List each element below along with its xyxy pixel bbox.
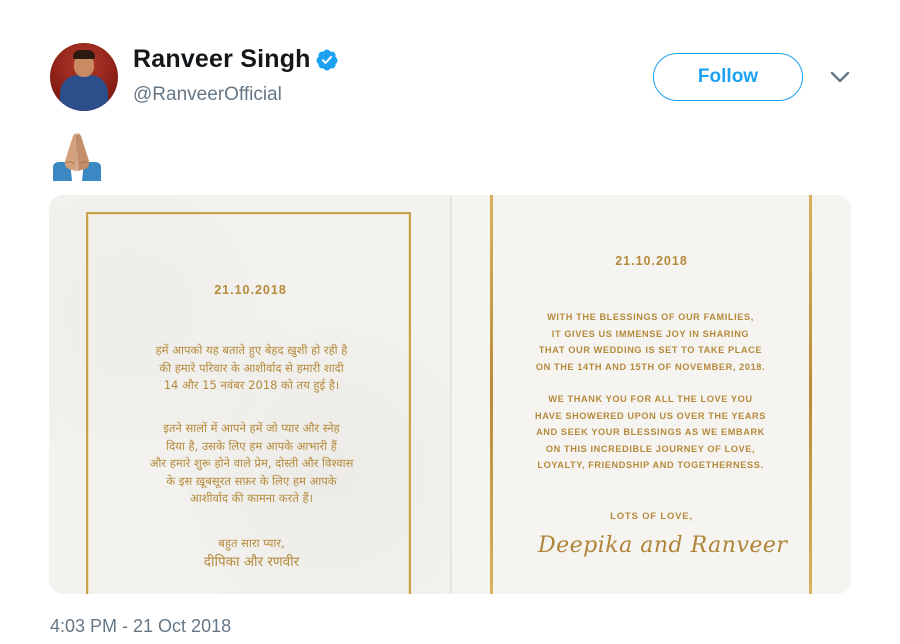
hindi-closing: बहुत सारा प्यार, दीपिका और रणवीर — [89, 534, 414, 572]
invitation-card-hindi: 21.10.2018 हमें आपको यह बताते हुए बेहद ख… — [49, 195, 452, 594]
text-line: AND SEEK YOUR BLESSINGS AS WE EMBARK — [536, 427, 765, 438]
text-line: IT GIVES US IMMENSE JOY IN SHARING — [551, 328, 750, 339]
chevron-down-icon[interactable] — [828, 68, 852, 86]
closing-line: बहुत सारा प्यार, — [218, 536, 285, 550]
text-line: के इस ख़ूबसूरत सफ़र के लिए हम आपके — [166, 473, 337, 488]
text-line: WITH THE BLESSINGS OF OUR FAMILIES, — [547, 312, 754, 322]
media-image[interactable]: 21.10.2018 हमें आपको यह बताते हुए बेहद ख… — [49, 195, 851, 594]
avatar-shirt — [60, 75, 108, 111]
avatar-hair — [73, 50, 95, 59]
text-line: की हमारे परिवार के आशीर्वाद से हमारी शाद… — [159, 360, 344, 375]
text-line: LOYALTY, FRIENDSHIP AND TOGETHERNESS. — [537, 460, 764, 471]
text-line: 14 और 15 नवंबर 2018 को तय हुई है। — [163, 378, 340, 392]
text-line: दिया है, उसके लिए हम आपके आभारी हैं — [166, 438, 337, 453]
text-line: हमें आपको यह बताते हुए बेहद ख़ुशी हो रही… — [155, 343, 348, 357]
script-signature: Deepika and Ranveer — [538, 533, 788, 558]
hindi-paragraph-1: हमें आपको यह बताते हुए बेहद ख़ुशी हो रही… — [89, 342, 414, 395]
english-closing: LOTS OF LOVE, — [610, 511, 693, 522]
text-line: और हमारे शुरू होने वाले प्रेम, दोस्ती और… — [149, 456, 354, 470]
text-line: WE THANK YOU FOR ALL THE LOVE YOU — [548, 394, 753, 404]
text-line: ON THIS INCREDIBLE JOURNEY OF LOVE, — [545, 443, 756, 454]
invitation-date: 21.10.2018 — [214, 283, 287, 297]
author-name[interactable]: Ranveer Singh — [133, 45, 311, 74]
signature-line: दीपिका और रणवीर — [203, 554, 300, 570]
avatar[interactable] — [50, 43, 118, 111]
invitation-card-english: 21.10.2018 WITH THE BLESSINGS OF OUR FAM… — [452, 195, 851, 594]
folded-hands-icon — [53, 133, 101, 181]
text-line: ON THE 14TH AND 15TH OF NOVEMBER, 2018. — [535, 361, 766, 372]
invitation-date: 21.10.2018 — [615, 254, 688, 268]
tweet-timestamp[interactable]: 4:03 PM - 21 Oct 2018 — [50, 616, 231, 637]
english-paragraph-1: WITH THE BLESSINGS OF OUR FAMILIES, IT G… — [493, 309, 808, 375]
follow-button[interactable]: Follow — [653, 53, 803, 101]
verified-badge-icon — [316, 49, 338, 71]
hindi-paragraph-2: इतने सालों में आपने हमें जो प्यार और स्न… — [89, 420, 414, 508]
author-handle[interactable]: @RanveerOfficial — [133, 84, 282, 106]
english-paragraph-2: WE THANK YOU FOR ALL THE LOVE YOU HAVE S… — [493, 391, 808, 474]
text-line: इतने सालों में आपने हमें जो प्यार और स्न… — [163, 421, 340, 435]
text-line: HAVE SHOWERED UPON US OVER THE YEARS — [534, 410, 767, 421]
text-line: आशीर्वाद की कामना करते हैं। — [189, 491, 314, 505]
text-line: THAT OUR WEDDING IS SET TO TAKE PLACE — [538, 345, 763, 356]
